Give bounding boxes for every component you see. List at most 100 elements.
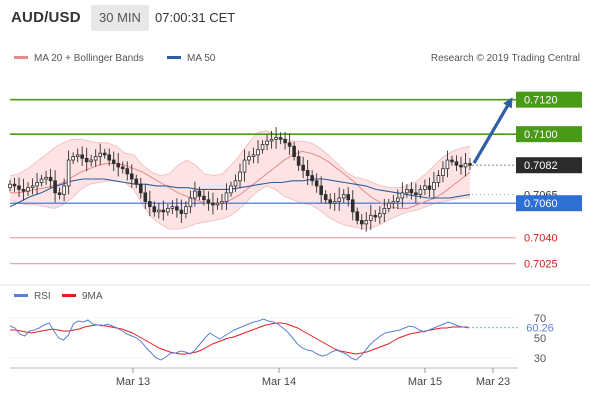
legend-label-rsi: RSI bbox=[34, 291, 51, 302]
candle-body bbox=[427, 185, 432, 190]
level-label-0-7060: 0.7060 bbox=[524, 198, 558, 210]
source-label: Research © 2019 Trading Central bbox=[431, 53, 580, 64]
candle-body bbox=[382, 207, 387, 214]
candle-body bbox=[292, 145, 296, 158]
candle-body bbox=[57, 192, 62, 195]
legend-label-ma9: 9MA bbox=[82, 291, 103, 302]
candle-body bbox=[296, 156, 301, 166]
candle-body bbox=[323, 194, 328, 201]
level-label-0-7082: 0.7082 bbox=[524, 160, 558, 172]
candle-body bbox=[233, 180, 238, 187]
candle-body bbox=[454, 161, 459, 166]
candle-body bbox=[405, 188, 409, 194]
candle-body bbox=[98, 152, 102, 158]
candle-body bbox=[166, 207, 170, 213]
x-axis-ticks: Mar 13 Mar 14 Mar 15 Mar 23 bbox=[116, 368, 510, 388]
candle-body bbox=[8, 183, 12, 189]
candle-body bbox=[265, 140, 269, 145]
candle-body bbox=[332, 201, 337, 204]
candle-body bbox=[170, 206, 175, 209]
candle-body bbox=[211, 202, 215, 206]
candle-body bbox=[256, 149, 260, 156]
candle-body bbox=[305, 170, 310, 176]
rsi-line bbox=[9, 318, 469, 361]
candle-body bbox=[278, 137, 283, 140]
candle-body bbox=[202, 195, 206, 201]
candle-body bbox=[120, 166, 125, 170]
candle-body bbox=[274, 137, 278, 140]
candle-body bbox=[215, 202, 220, 206]
candle-body bbox=[414, 192, 418, 195]
candle-body bbox=[445, 159, 450, 170]
candle-body bbox=[341, 194, 346, 199]
candle-body bbox=[418, 188, 423, 195]
candle-body bbox=[30, 185, 35, 189]
candle-body bbox=[409, 188, 414, 194]
candle-body bbox=[224, 192, 229, 202]
candle-body bbox=[400, 192, 405, 199]
candle-body bbox=[368, 214, 373, 221]
candle-body bbox=[450, 159, 454, 163]
candle-body bbox=[116, 163, 121, 168]
candle-body bbox=[229, 185, 233, 194]
candle-body bbox=[396, 197, 400, 202]
rsi-panel: 70503060.26 bbox=[9, 313, 554, 365]
candle-body bbox=[436, 175, 441, 183]
level-label-0-7120: 0.7120 bbox=[524, 95, 558, 107]
candle-body bbox=[39, 178, 44, 183]
x-tick-label: Mar 14 bbox=[262, 376, 296, 388]
candle-body bbox=[391, 201, 396, 204]
candle-body bbox=[21, 188, 26, 192]
candle-body bbox=[188, 197, 193, 208]
candle-body bbox=[134, 178, 139, 185]
legend-label-ma50: MA 50 bbox=[187, 53, 216, 64]
candle-body bbox=[184, 206, 188, 214]
candle-body bbox=[148, 201, 152, 208]
candle-body bbox=[138, 183, 143, 194]
candle-body bbox=[310, 175, 314, 182]
candle-body bbox=[26, 187, 30, 192]
candle-body bbox=[17, 185, 21, 190]
rsi-legend: RSI 9MA bbox=[14, 291, 103, 302]
candle-body bbox=[378, 213, 382, 218]
candle-body bbox=[220, 201, 224, 204]
candle-body bbox=[93, 156, 98, 161]
candle-body bbox=[129, 173, 134, 180]
candle-body bbox=[364, 220, 369, 225]
candle-body bbox=[157, 209, 161, 213]
candle-body bbox=[463, 163, 468, 168]
rsi-current-value-label: 60.26 bbox=[526, 323, 554, 335]
candle-body bbox=[423, 185, 427, 190]
level-label-0-7040: 0.7040 bbox=[524, 233, 558, 245]
candle-body bbox=[175, 206, 179, 211]
candle-body bbox=[197, 190, 202, 197]
price-chart: MA 20 + Bollinger Bands MA 50 Research ©… bbox=[0, 53, 590, 388]
candle-body bbox=[283, 138, 287, 144]
candle-body bbox=[441, 168, 445, 176]
candle-body bbox=[102, 152, 107, 156]
candle-body bbox=[62, 185, 66, 195]
level-label-0-7025: 0.7025 bbox=[524, 259, 558, 271]
candle-body bbox=[125, 168, 130, 175]
candle-body bbox=[314, 180, 319, 187]
candle-body bbox=[238, 171, 242, 182]
candle-body bbox=[301, 164, 305, 171]
candle-body bbox=[71, 156, 75, 161]
forecast-arrow bbox=[472, 97, 513, 165]
candle-body bbox=[346, 194, 351, 201]
x-tick-label: Mar 13 bbox=[116, 376, 150, 388]
candle-body bbox=[269, 138, 274, 142]
candle-body bbox=[337, 197, 342, 202]
candle-body bbox=[53, 180, 57, 194]
candle-body bbox=[12, 183, 17, 187]
candle-body bbox=[319, 185, 323, 195]
candle-body bbox=[350, 199, 355, 213]
candle-body bbox=[143, 192, 148, 202]
legend-swatch-ma9 bbox=[62, 294, 76, 297]
candle-body bbox=[260, 144, 265, 151]
candle-body bbox=[89, 159, 93, 163]
candle-body bbox=[193, 190, 197, 199]
candle-body bbox=[48, 176, 53, 182]
candle-body bbox=[387, 202, 391, 209]
candle-body bbox=[152, 206, 157, 213]
